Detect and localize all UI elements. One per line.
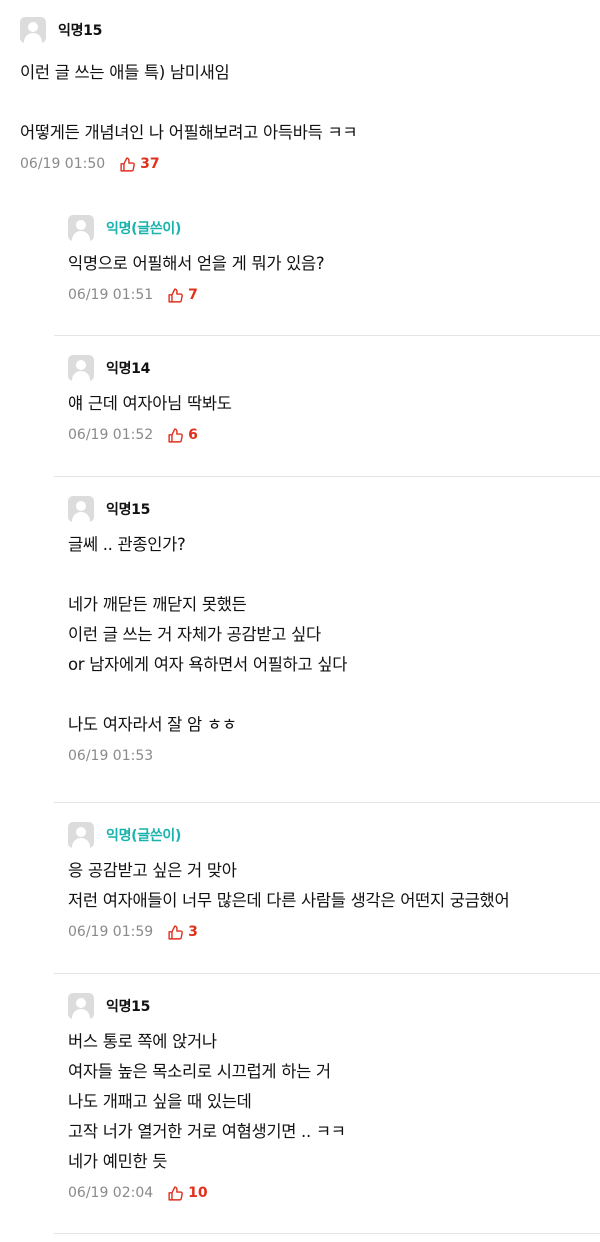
- reply: 익명14 얘 근데 여자아님 딱봐도 06/19 01:52 6: [54, 336, 600, 477]
- body-line: 저런 여자애들이 너무 많은데 다른 사람들 생각은 어떤지 궁금했어: [68, 891, 510, 910]
- body-line: 응 공감받고 싶은 거 맞아: [68, 861, 237, 880]
- body-line: 나도 여자라서 잘 암 ㅎㅎ: [68, 715, 237, 734]
- reply: 익명15 버스 통로 쪽에 앉거나 여자들 높은 목소리로 시끄럽게 하는 거 …: [54, 974, 600, 1234]
- like-count: 3: [188, 924, 198, 940]
- body-line: 여자들 높은 목소리로 시끄럽게 하는 거: [68, 1062, 331, 1081]
- like-count: 10: [188, 1185, 208, 1201]
- author-name: 익명15: [106, 502, 151, 518]
- reply-meta: 06/19 01:52 6: [68, 423, 600, 447]
- reply-meta: 06/19 01:59 3: [68, 920, 600, 944]
- reply-header: 익명(글쓴이): [68, 214, 600, 242]
- avatar: [68, 822, 94, 848]
- reply-body: 버스 통로 쪽에 앉거나 여자들 높은 목소리로 시끄럽게 하는 거 나도 개패…: [68, 1027, 600, 1177]
- body-line: 이런 글 쓰는 애들 특) 남미새임: [20, 63, 230, 82]
- like-button[interactable]: 37: [119, 156, 160, 173]
- body-line: 이런 글 쓰는 거 자체가 공감받고 싶다: [68, 625, 321, 644]
- timestamp: 06/19 01:51: [68, 287, 154, 303]
- reply: 익명15 글쎄 .. 관종인가? 네가 깨닫든 깨닫지 못했든 이런 글 쓰는 …: [54, 477, 600, 803]
- reply-body: 글쎄 .. 관종인가? 네가 깨닫든 깨닫지 못했든 이런 글 쓰는 거 자체가…: [68, 530, 600, 740]
- reply: 익명(글쓴이) 익명으로 어필해서 얻을 게 뭐가 있음? 06/19 01:5…: [54, 196, 600, 336]
- body-line: [20, 88, 580, 118]
- thumbs-up-icon: [168, 924, 184, 940]
- avatar: [68, 993, 94, 1019]
- post-header: 익명15: [20, 16, 580, 44]
- post: 익명15 이런 글 쓰는 애들 특) 남미새임 어떻게든 개념녀인 나 어필해보…: [20, 16, 580, 176]
- avatar: [68, 496, 94, 522]
- reply-header: 익명15: [68, 495, 600, 523]
- like-button[interactable]: 10: [167, 1185, 208, 1202]
- thumbs-up-icon: [168, 1185, 184, 1201]
- body-line: 익명으로 어필해서 얻을 게 뭐가 있음?: [68, 254, 325, 273]
- post-body: 이런 글 쓰는 애들 특) 남미새임 어떻게든 개념녀인 나 어필해보려고 아득…: [20, 58, 580, 148]
- reply-meta: 06/19 01:51 7: [68, 283, 600, 307]
- reply-header: 익명14: [68, 354, 600, 382]
- like-button[interactable]: 7: [167, 287, 198, 304]
- thumbs-up-icon: [168, 427, 184, 443]
- author-name: 익명(글쓴이): [106, 828, 182, 844]
- thumbs-up-icon: [168, 287, 184, 303]
- thumbs-up-icon: [120, 156, 136, 172]
- post-meta: 06/19 01:50 37: [20, 152, 580, 176]
- like-button[interactable]: 6: [167, 427, 198, 444]
- body-line: or 남자에게 여자 욕하면서 어필하고 싶다: [68, 655, 348, 674]
- author-name: 익명15: [58, 23, 103, 39]
- body-line: 어떻게든 개념녀인 나 어필해보려고 아득바득 ㅋㅋ: [20, 123, 358, 142]
- timestamp: 06/19 01:50: [20, 156, 106, 172]
- body-line: 나도 개패고 싶을 때 있는데: [68, 1092, 252, 1111]
- reply: 익명(글쓴이) 응 공감받고 싶은 거 맞아 저런 여자애들이 너무 많은데 다…: [54, 803, 600, 974]
- timestamp: 06/19 01:53: [68, 748, 154, 764]
- timestamp: 06/19 01:52: [68, 427, 154, 443]
- author-name: 익명15: [106, 999, 151, 1015]
- like-count: 7: [188, 287, 198, 303]
- avatar: [20, 17, 46, 43]
- reply-body: 응 공감받고 싶은 거 맞아 저런 여자애들이 너무 많은데 다른 사람들 생각…: [68, 856, 600, 916]
- reply-meta: 06/19 02:04 10: [68, 1181, 600, 1205]
- like-count: 6: [188, 427, 198, 443]
- timestamp: 06/19 02:04: [68, 1185, 154, 1201]
- body-line: 네가 깨닫든 깨닫지 못했든: [68, 595, 247, 614]
- body-line: 버스 통로 쪽에 앉거나: [68, 1032, 217, 1051]
- avatar: [68, 215, 94, 241]
- body-line: 글쎄 .. 관종인가?: [68, 535, 186, 554]
- like-count: 37: [140, 156, 160, 172]
- timestamp: 06/19 01:59: [68, 924, 154, 940]
- body-line: 얘 근데 여자아님 딱봐도: [68, 394, 232, 413]
- body-line: 고작 너가 열거한 거로 여혐생기면 .. ㅋㅋ: [68, 1122, 346, 1141]
- body-line: 네가 예민한 듯: [68, 1152, 168, 1171]
- reply-header: 익명(글쓴이): [68, 821, 600, 849]
- reply-body: 얘 근데 여자아님 딱봐도: [68, 389, 600, 419]
- reply-header: 익명15: [68, 992, 600, 1020]
- reply-meta: 06/19 01:53: [68, 744, 600, 768]
- like-button[interactable]: 3: [167, 924, 198, 941]
- reply-body: 익명으로 어필해서 얻을 게 뭐가 있음?: [68, 249, 600, 279]
- avatar: [68, 355, 94, 381]
- body-line: [68, 680, 600, 710]
- author-name: 익명(글쓴이): [106, 221, 182, 237]
- author-name: 익명14: [106, 361, 151, 377]
- body-line: [68, 560, 600, 590]
